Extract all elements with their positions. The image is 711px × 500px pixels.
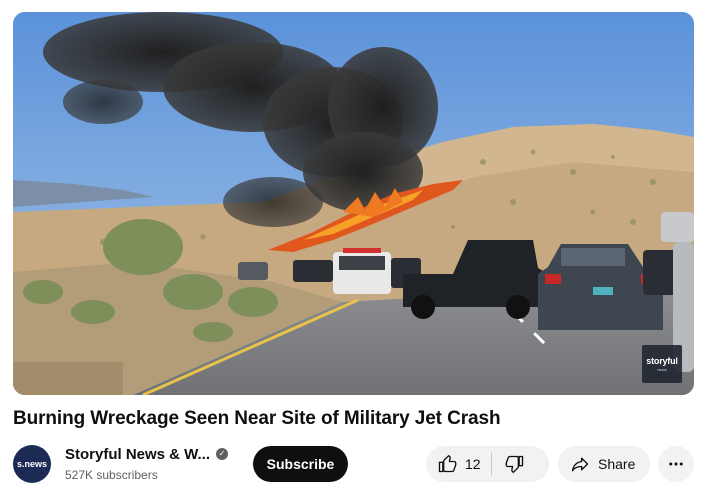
watermark-text: storyful	[646, 356, 678, 366]
channel-avatar[interactable]: s.news	[13, 445, 51, 483]
channel-name[interactable]: Storyful News & W...	[65, 446, 210, 463]
like-button[interactable]: 12	[426, 446, 491, 482]
video-player[interactable]: storyful news	[13, 12, 694, 395]
share-arrow-icon	[571, 457, 589, 472]
like-dislike-group: 12	[426, 446, 549, 482]
video-frame	[13, 12, 694, 395]
storyful-watermark: storyful news	[642, 345, 682, 383]
channel-row: s.news Storyful News & W... ✓ 527K subsc…	[13, 444, 697, 484]
avatar-text: s.news	[16, 459, 47, 469]
more-vert-icon	[669, 462, 683, 466]
subscribe-button[interactable]: Subscribe	[253, 446, 348, 482]
dislike-button[interactable]	[492, 446, 525, 482]
like-count: 12	[465, 456, 481, 472]
video-title: Burning Wreckage Seen Near Site of Milit…	[13, 408, 501, 429]
subscriber-count: 527K subscribers	[65, 468, 158, 482]
verified-check-icon: ✓	[216, 448, 228, 460]
share-label: Share	[598, 456, 636, 472]
more-actions-button[interactable]	[658, 446, 694, 482]
thumbs-up-icon	[438, 455, 457, 473]
thumbs-down-icon	[505, 455, 523, 473]
share-button[interactable]: Share	[558, 446, 650, 482]
watermark-subtext: news	[657, 367, 667, 372]
